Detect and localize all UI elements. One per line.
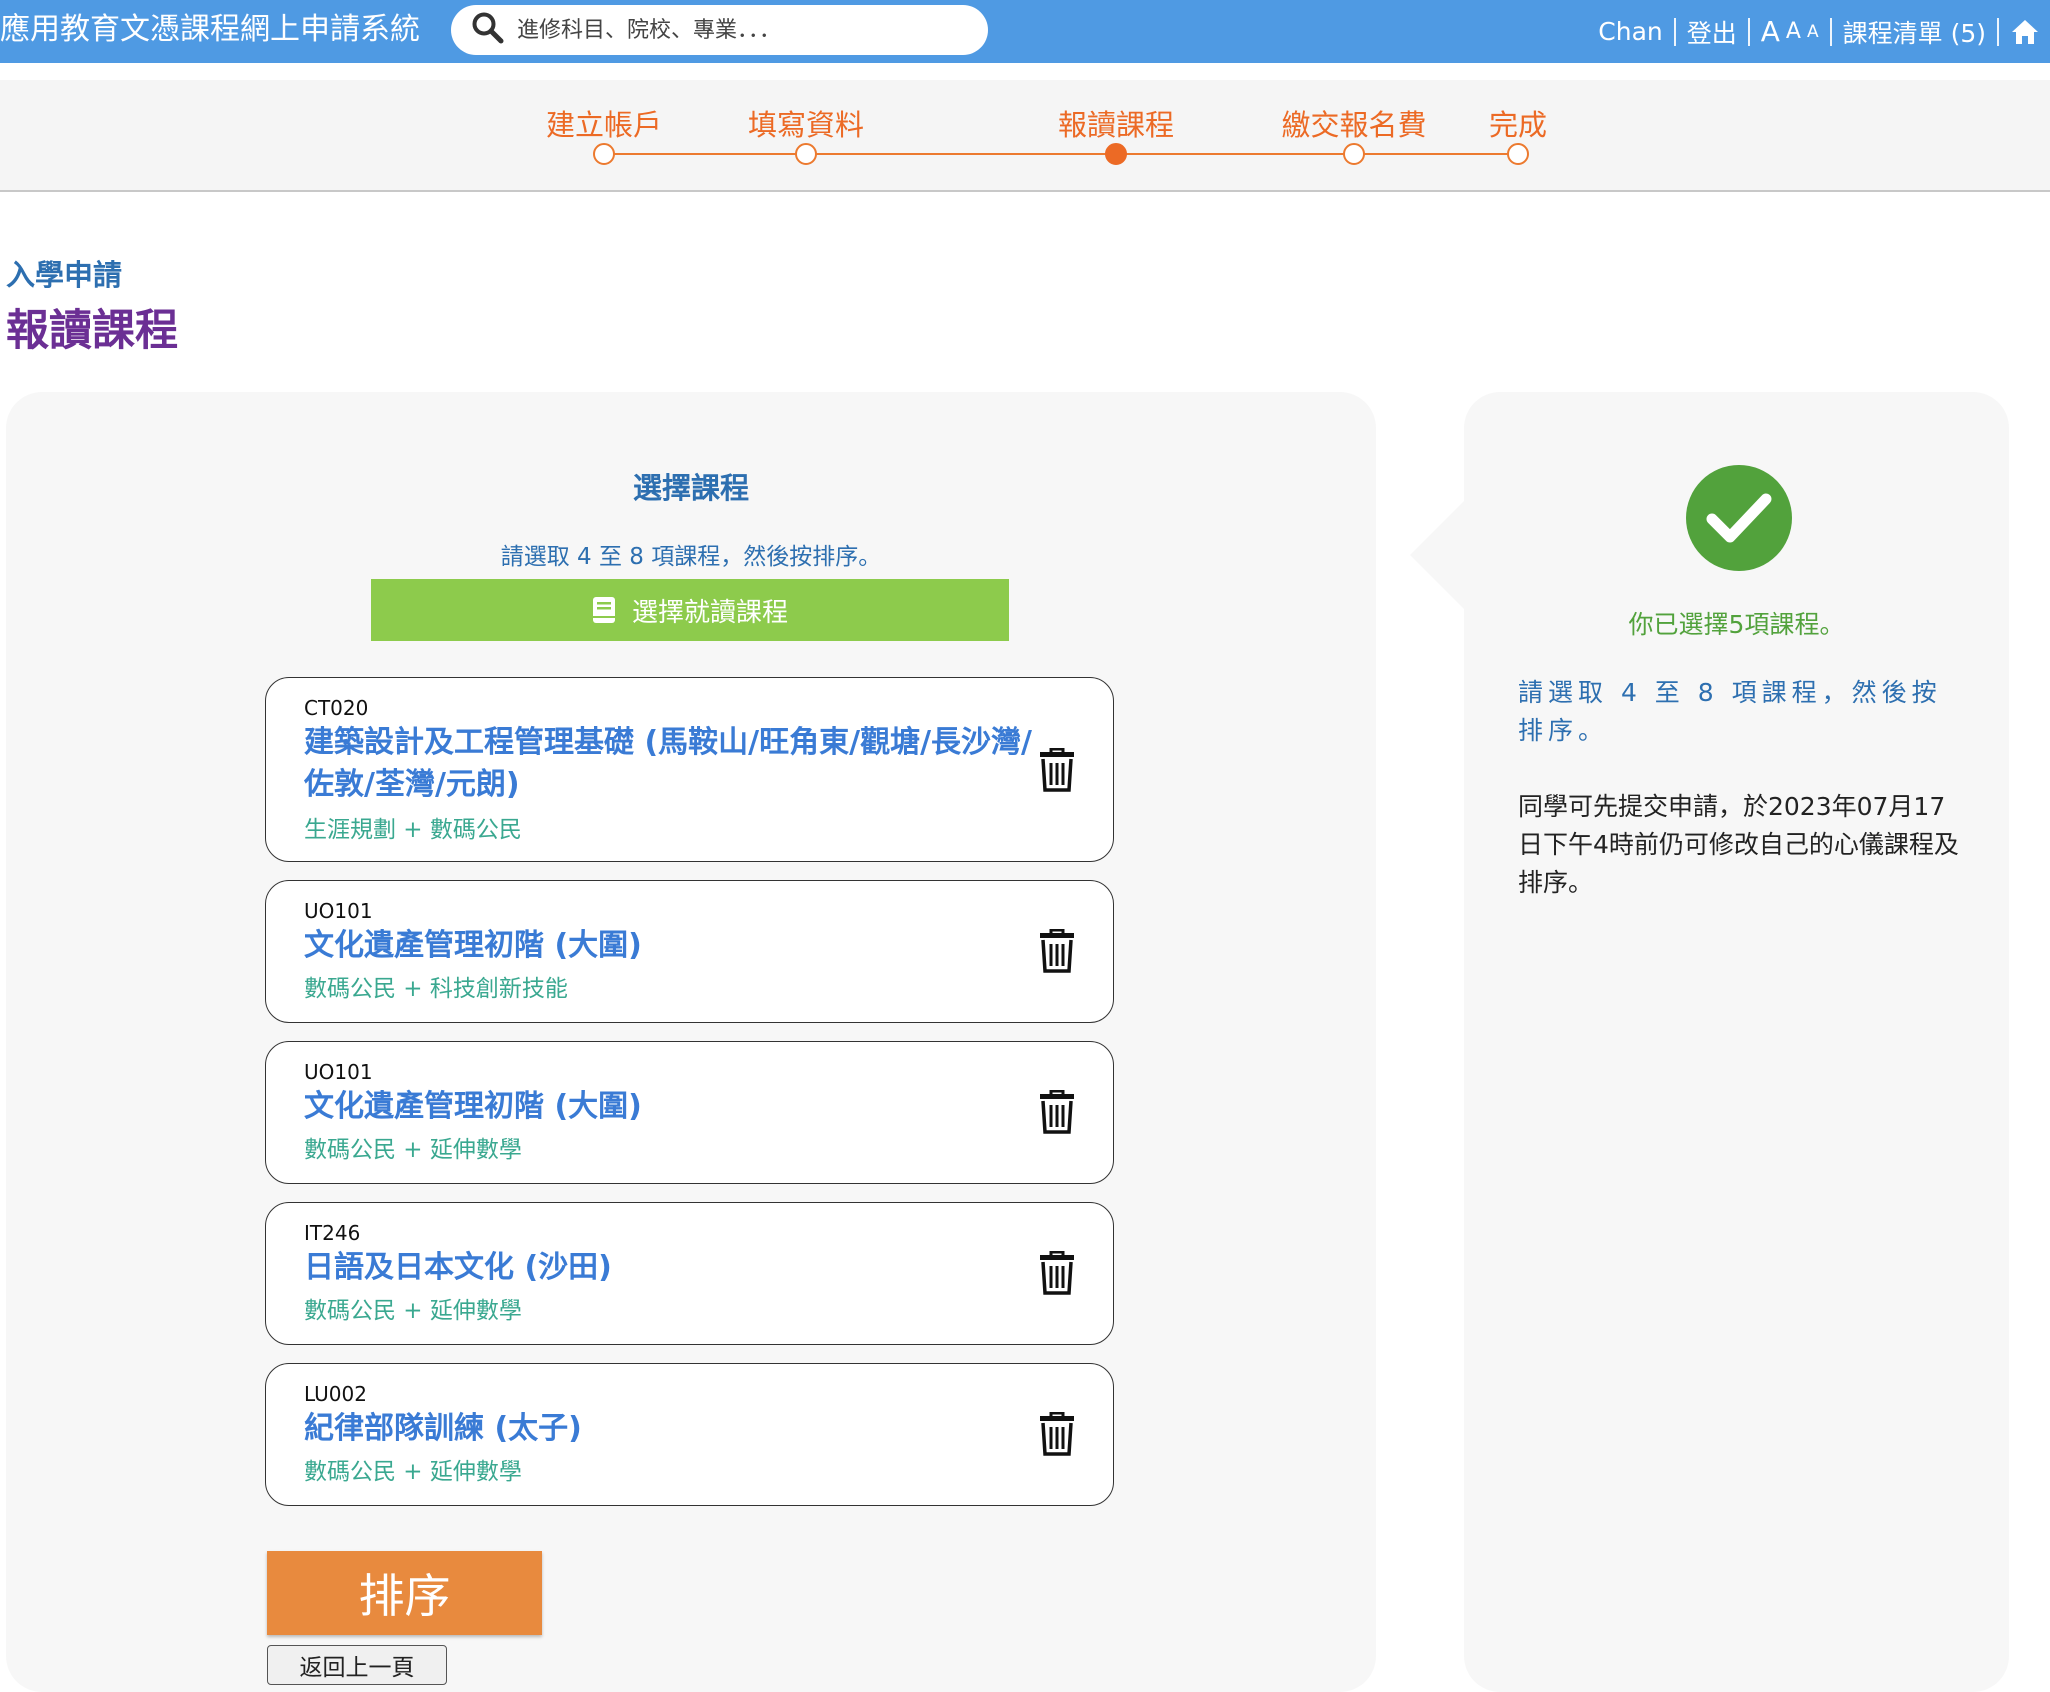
font-size-medium-button[interactable]: A: [1786, 19, 1801, 44]
step-create-account: 建立帳戶: [504, 80, 704, 190]
section-subheading: 入學申請: [6, 258, 123, 292]
check-icon: [1686, 465, 1792, 571]
search-input[interactable]: [515, 16, 959, 44]
top-header: 應用教育文憑課程網上申請系統 Chan 登出 A A A 課程清單 (5): [0, 0, 2050, 63]
panel-title: 選擇課程: [632, 471, 749, 505]
book-icon: [592, 597, 615, 623]
trash-icon[interactable]: [1039, 929, 1075, 973]
step-label: 報讀課程: [1057, 108, 1174, 142]
step-dot: [1343, 143, 1365, 165]
panel-pointer: [1410, 500, 1465, 610]
sort-button[interactable]: 排序: [267, 1551, 542, 1635]
trash-icon[interactable]: [1039, 1412, 1075, 1456]
course-card: IT246 日語及日本文化 (沙田) 數碼公民 + 延伸數學: [265, 1202, 1114, 1345]
step-complete: 完成: [1418, 80, 1618, 190]
deadline-note: 同學可先提交申請，於2023年07月17日下午4時前仍可修改自己的心儀課程及排序…: [1518, 792, 1959, 897]
select-course-button[interactable]: 選擇就讀課程: [371, 579, 1009, 641]
step-enroll-course: 報讀課程: [1016, 80, 1216, 190]
course-code: UO101: [304, 1060, 373, 1084]
course-name[interactable]: 文化遺產管理初階 (大圍): [304, 925, 1034, 967]
top-right-menu: Chan 登出 A A A 課程清單 (5): [1598, 0, 2040, 63]
course-card: CT020 建築設計及工程管理基礎 (馬鞍山/旺角東/觀塘/長沙灣/佐敦/荃灣/…: [265, 677, 1114, 862]
search-icon[interactable]: [471, 11, 505, 49]
step-dot: [593, 143, 615, 165]
course-tags: 數碼公民 + 科技創新技能: [304, 976, 568, 1002]
separator: [1829, 17, 1832, 46]
step-dot: [795, 143, 817, 165]
course-tags: 數碼公民 + 延伸數學: [304, 1459, 522, 1485]
trash-icon[interactable]: [1039, 1251, 1075, 1295]
selected-count-text: 你已選擇5項課程。: [1628, 610, 1845, 639]
panel-hint: 請選取 4 至 8 項課程，然後按排序。: [500, 544, 882, 570]
progress-steps: 建立帳戶 填寫資料 報讀課程 繳交報名費 完成: [0, 80, 2050, 192]
font-size-large-button[interactable]: A: [1761, 15, 1780, 48]
app-title[interactable]: 應用教育文憑課程網上申請系統: [0, 10, 420, 50]
logout-link[interactable]: 登出: [1687, 14, 1737, 50]
course-card: UO101 文化遺產管理初階 (大圍) 數碼公民 + 延伸數學: [265, 1041, 1114, 1184]
step-dot: [1507, 143, 1529, 165]
separator: [1997, 17, 1999, 46]
course-list-link[interactable]: 課程清單 (5): [1843, 14, 1986, 50]
course-name[interactable]: 建築設計及工程管理基礎 (馬鞍山/旺角東/觀塘/長沙灣/佐敦/荃灣/元朗): [304, 722, 1034, 806]
course-card: LU002 紀律部隊訓練 (太子) 數碼公民 + 延伸數學: [265, 1363, 1114, 1506]
selection-hint: 請選取 4 至 8 項課程，然後按排序。: [1518, 678, 1942, 745]
step-fill-info: 填寫資料: [706, 80, 906, 190]
course-code: CT020: [304, 696, 369, 720]
back-button[interactable]: 返回上一頁: [267, 1645, 447, 1685]
course-name[interactable]: 文化遺產管理初階 (大圍): [304, 1086, 1034, 1128]
select-course-label: 選擇就讀課程: [631, 597, 788, 628]
separator: [1747, 17, 1750, 46]
step-dot-active: [1105, 143, 1127, 165]
trash-icon[interactable]: [1039, 748, 1075, 792]
step-label: 建立帳戶: [545, 108, 662, 142]
separator: [1673, 17, 1676, 46]
course-card: UO101 文化遺產管理初階 (大圍) 數碼公民 + 科技創新技能: [265, 880, 1114, 1023]
user-name-link[interactable]: Chan: [1598, 17, 1662, 46]
course-name[interactable]: 紀律部隊訓練 (太子): [304, 1408, 1034, 1450]
course-tags: 數碼公民 + 延伸數學: [304, 1137, 522, 1163]
font-size-small-button[interactable]: A: [1807, 22, 1819, 42]
trash-icon[interactable]: [1039, 1090, 1075, 1134]
course-tags: 生涯規劃 + 數碼公民: [304, 817, 522, 843]
step-label: 填寫資料: [747, 108, 864, 142]
course-code: LU002: [304, 1382, 367, 1406]
course-code: UO101: [304, 899, 373, 923]
course-name[interactable]: 日語及日本文化 (沙田): [304, 1247, 1034, 1289]
selection-summary-panel: 你已選擇5項課程。 請選取 4 至 8 項課程，然後按排序。 同學可先提交申請，…: [1464, 392, 2009, 1692]
home-icon[interactable]: [2010, 17, 2040, 47]
step-label: 完成: [1488, 108, 1547, 142]
course-code: IT246: [304, 1221, 361, 1245]
course-tags: 數碼公民 + 延伸數學: [304, 1298, 522, 1324]
course-selection-panel: 選擇課程 請選取 4 至 8 項課程，然後按排序。 選擇就讀課程 CT020 建…: [6, 392, 1376, 1692]
page-title: 報讀課程: [6, 306, 178, 356]
search-bar[interactable]: [451, 5, 988, 55]
